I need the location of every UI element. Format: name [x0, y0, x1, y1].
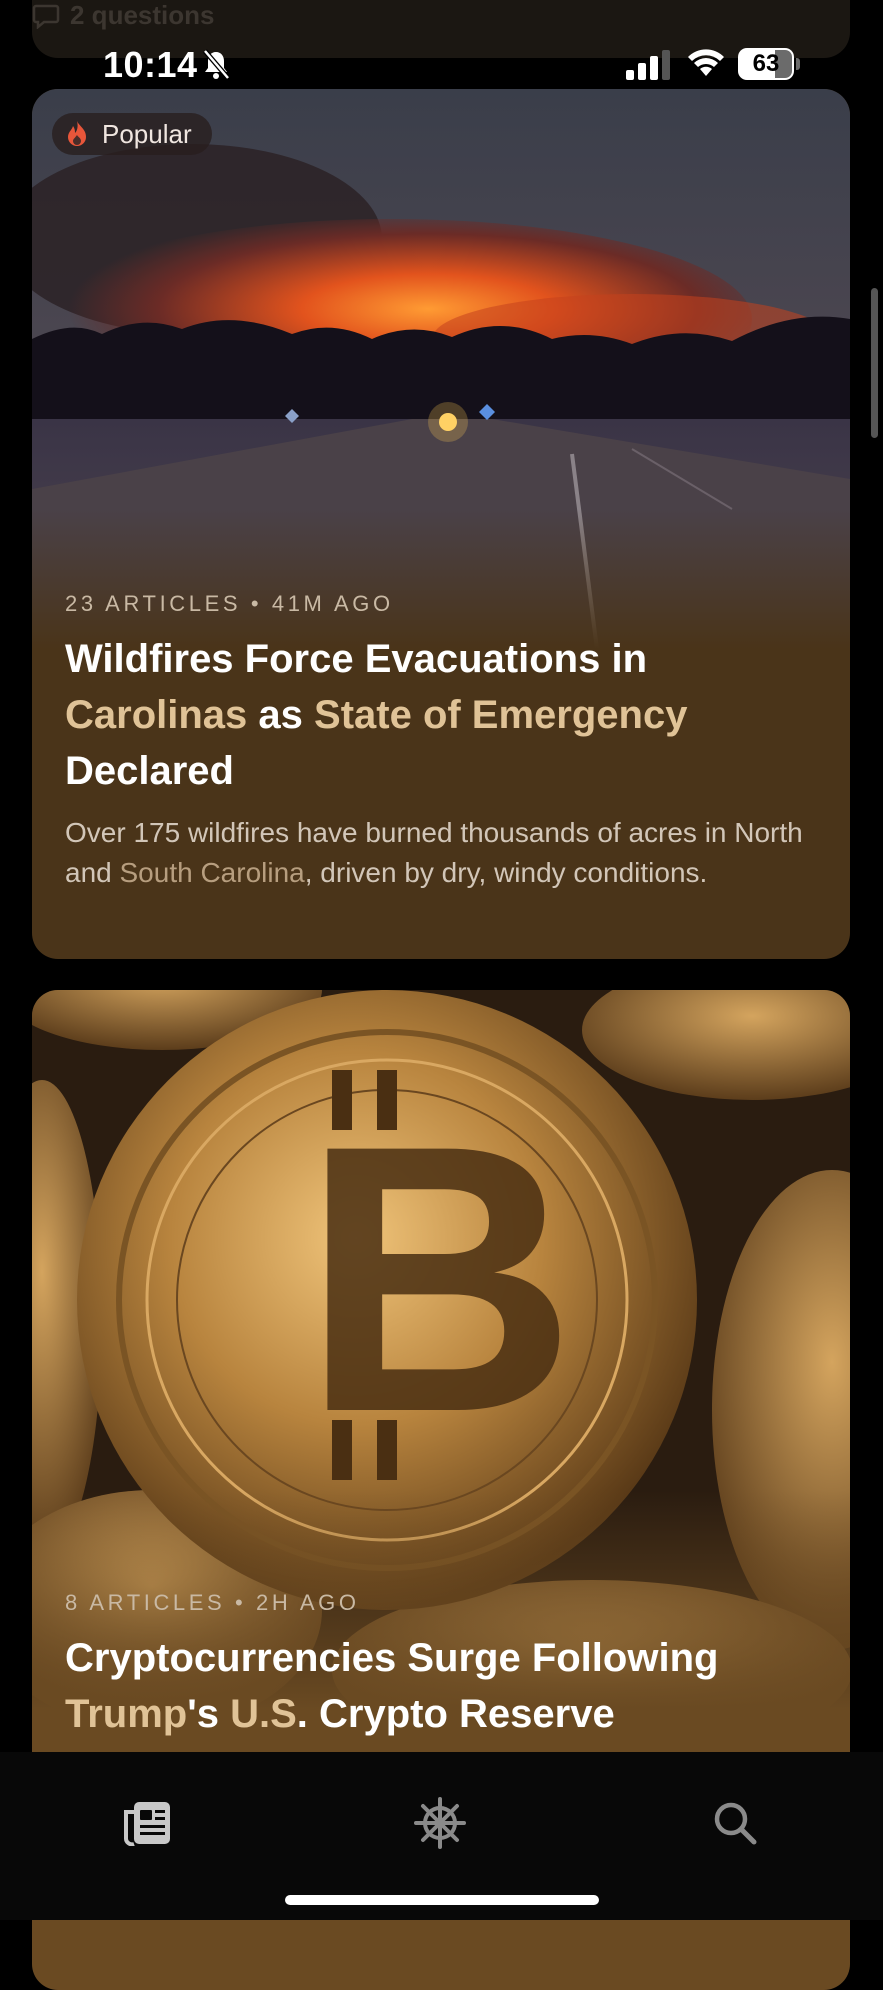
story-content: 23 ARTICLES • 41M AGO Wildfires Force Ev…: [65, 591, 810, 893]
wildfire-photo: [32, 89, 850, 649]
story-summary: Over 175 wildfires have burned thousands…: [65, 813, 810, 893]
popular-badge: Popular: [52, 113, 212, 155]
newspaper-icon: [124, 1802, 170, 1846]
story-meta: 8 ARTICLES • 2H AGO: [65, 1590, 360, 1615]
headline-text: 's: [187, 1692, 231, 1736]
chat-bubble-icon: [32, 4, 60, 29]
popular-badge-label: Popular: [102, 118, 192, 149]
previous-story-questions: 2 questions: [70, 0, 215, 30]
tab-explore[interactable]: [412, 1795, 468, 1851]
headline-text: Declared: [65, 749, 234, 793]
headline-highlight: Trump: [65, 1692, 188, 1736]
headline-highlight: State of Emergency: [314, 693, 688, 737]
story-meta: 23 ARTICLES • 41M AGO: [65, 591, 394, 616]
summary-link[interactable]: South Carolina: [120, 857, 305, 888]
home-indicator[interactable]: [285, 1895, 599, 1905]
headline-highlight: U.S: [230, 1692, 297, 1736]
story-headline[interactable]: Cryptocurrencies Surge Following Trump's…: [65, 1630, 810, 1742]
story-headline[interactable]: Wildfires Force Evacuations in Carolinas…: [65, 631, 810, 799]
helm-wheel-icon: [414, 1797, 466, 1849]
scrollbar[interactable]: [871, 288, 878, 438]
tab-search[interactable]: [707, 1795, 763, 1851]
headline-text: . Crypto Reserve: [296, 1692, 615, 1736]
story-content: 8 ARTICLES • 2H AGO Cryptocurrencies Sur…: [65, 1590, 810, 1742]
headline-text: Cryptocurrencies Surge Following: [65, 1636, 719, 1680]
previous-story-meta: 2 questions: [32, 0, 214, 31]
story-card-wildfires[interactable]: Popular 23 ARTICLES • 41M AGO Wildfires …: [32, 89, 850, 959]
headline-text: as: [247, 693, 315, 737]
summary-text: , driven by dry, windy conditions.: [304, 857, 708, 888]
flame-icon: [68, 121, 86, 146]
headline-text: Wildfires Force Evacuations in: [65, 637, 648, 681]
search-icon: [714, 1802, 757, 1845]
headline-highlight: Carolinas: [65, 693, 248, 737]
tab-news[interactable]: [119, 1795, 175, 1851]
